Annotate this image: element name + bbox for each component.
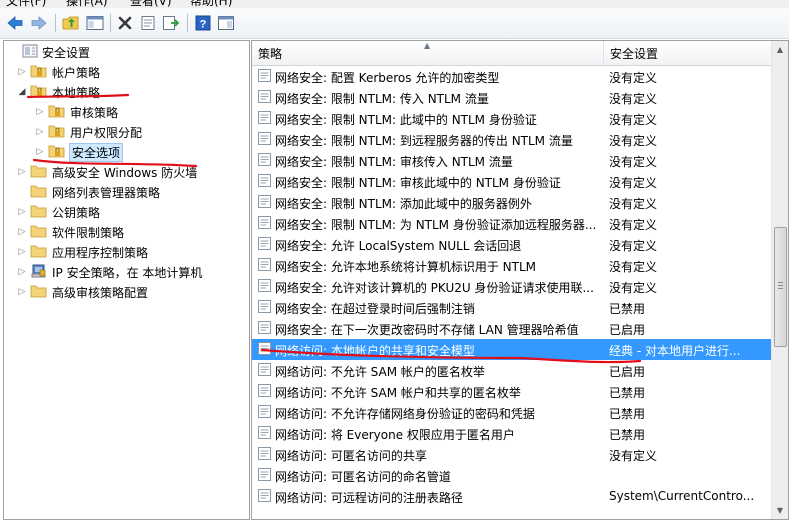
red-annotation-marks xyxy=(26,93,642,364)
